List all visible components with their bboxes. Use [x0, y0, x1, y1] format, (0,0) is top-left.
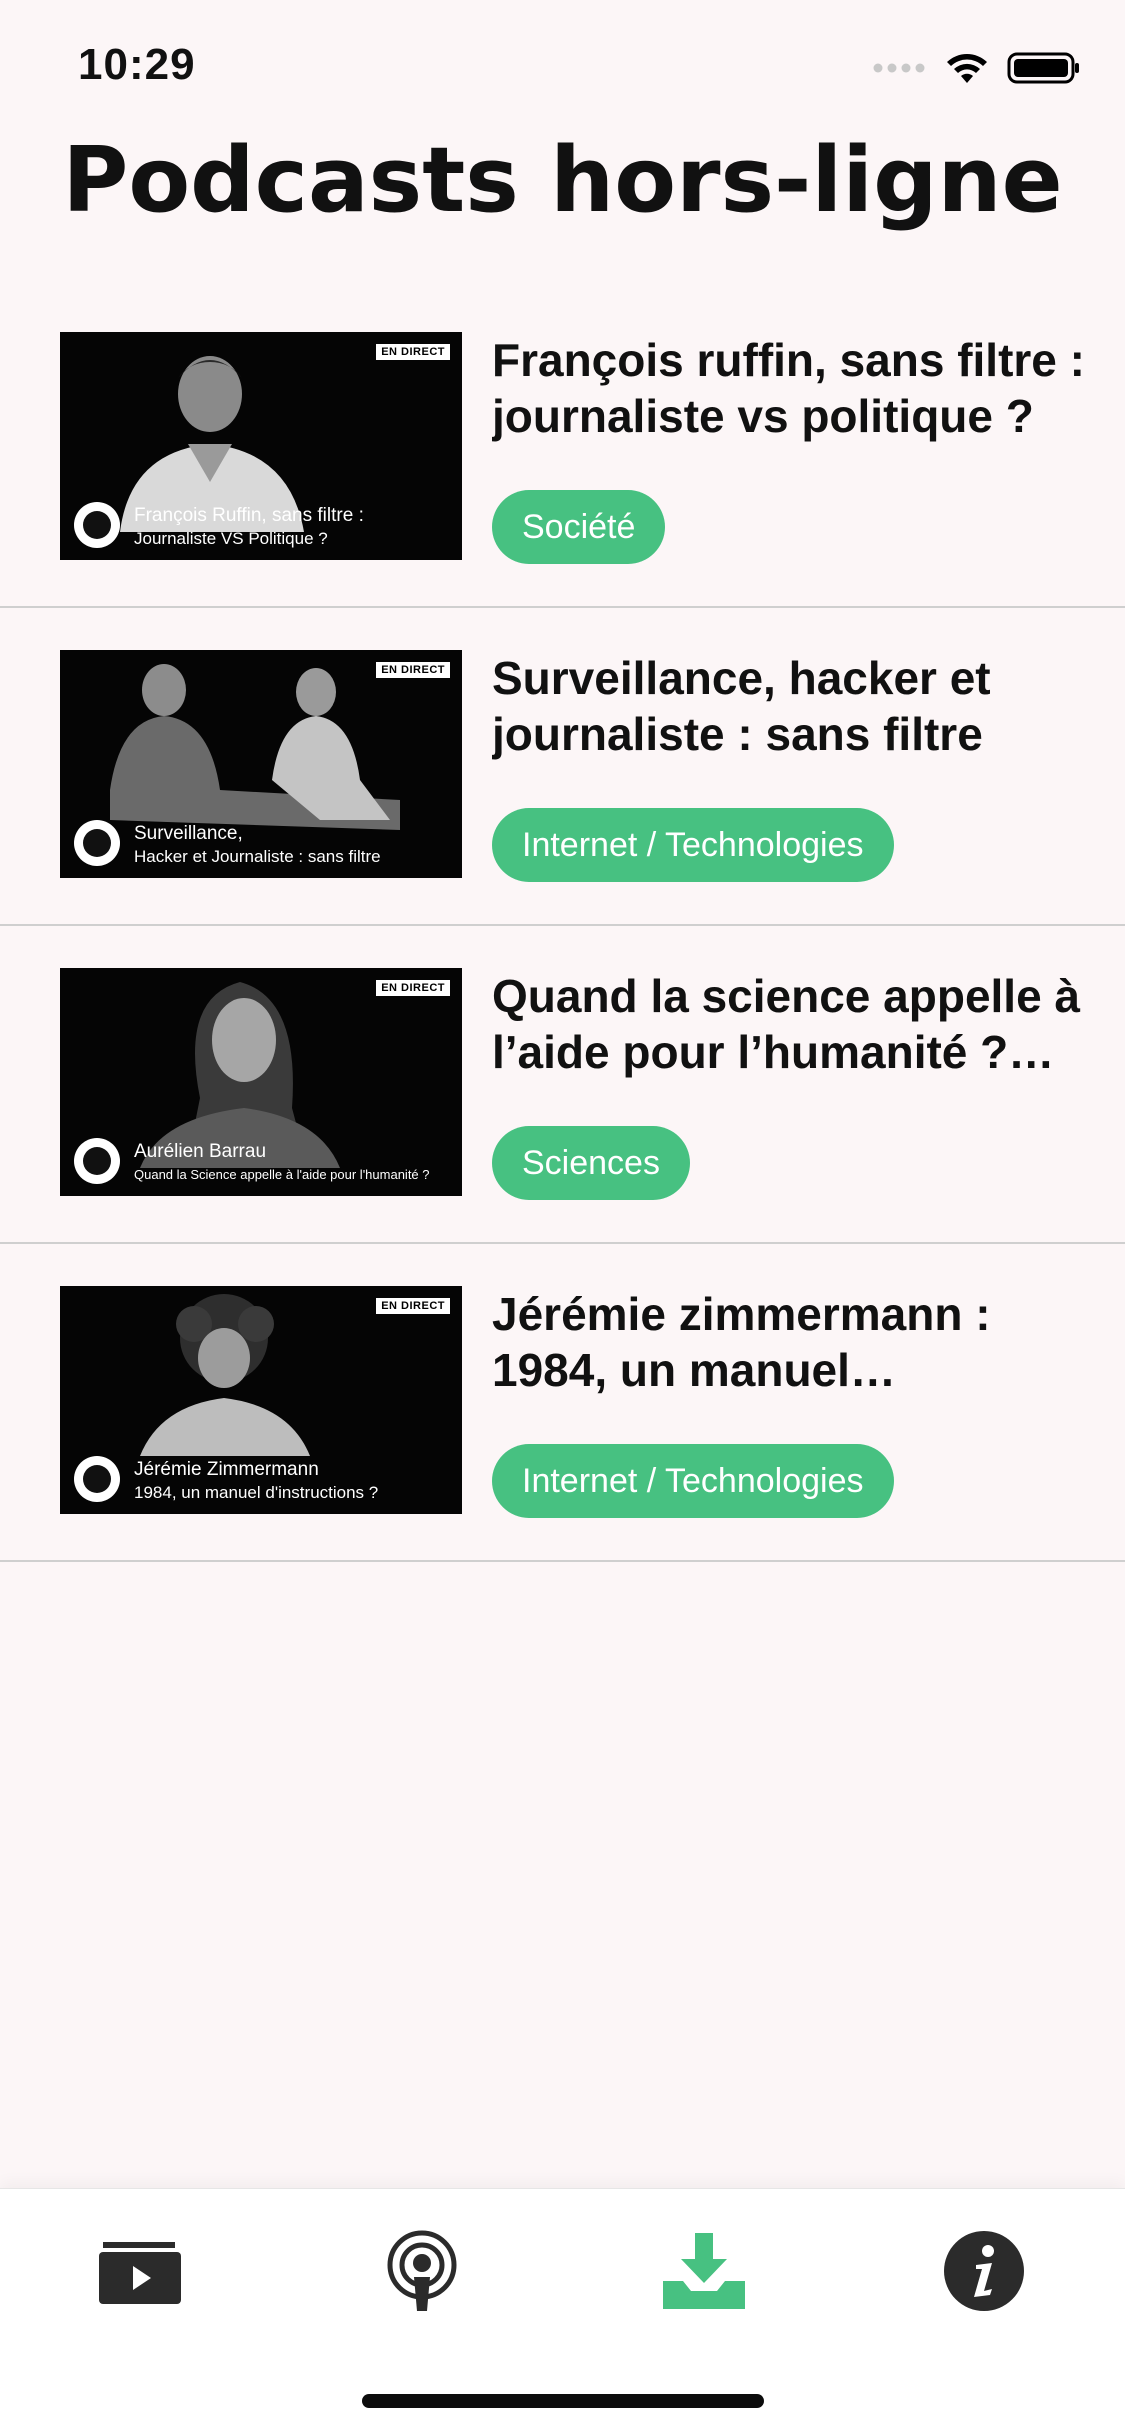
status-bar: 10:29 [0, 0, 1125, 130]
thumbnail-caption-line1: Jérémie Zimmermann [134, 1459, 319, 1480]
thumbnail-caption-line2: Journaliste VS Politique ? [134, 529, 328, 548]
podcast-title: François ruffin, sans filtre : journalis… [492, 334, 1085, 442]
tab-info[interactable] [934, 2223, 1034, 2323]
cellular-signal-icon [873, 61, 927, 79]
channel-logo-icon [74, 820, 120, 866]
category-badge[interactable]: Société [492, 490, 666, 564]
thumbnail-caption: Aurélien Barrau Quand la Science appelle… [134, 1140, 446, 1186]
live-badge: EN DIRECT [376, 980, 450, 996]
thumbnail-caption: François Ruffin, sans filtre : Journalis… [134, 504, 446, 550]
info-icon [942, 2229, 1026, 2318]
podcast-title: Quand la science appelle à l’aide pour l… [492, 970, 1081, 1078]
thumbnail-caption-line2: Hacker et Journaliste : sans filtre [134, 847, 381, 866]
thumbnail-caption-line1: Surveillance, [134, 823, 243, 844]
status-time: 10:29 [78, 40, 196, 89]
podcast-list-item[interactable]: EN DIRECT Surveillance, Hacker et Journa… [0, 608, 1125, 926]
thumbnail-caption: Jérémie Zimmermann 1984, un manuel d'ins… [134, 1458, 446, 1504]
tab-downloads[interactable] [654, 2223, 754, 2323]
podcast-list-item[interactable]: EN DIRECT François Ruffin, sans filtre :… [0, 290, 1125, 608]
thumbnail-caption-line2: Quand la Science appelle à l'aide pour l… [134, 1167, 430, 1182]
podcast-title: Jérémie zimmermann : 1984, un manuel d’i… [492, 1288, 991, 1396]
status-icons [873, 50, 1081, 90]
podcast-list-item[interactable]: EN DIRECT Aurélien Barrau Quand la Scien… [0, 926, 1125, 1244]
category-badge[interactable]: Sciences [492, 1126, 690, 1200]
podcast-thumbnail: EN DIRECT Aurélien Barrau Quand la Scien… [60, 968, 462, 1196]
video-folder-icon [97, 2236, 183, 2311]
live-badge: EN DIRECT [376, 662, 450, 678]
podcast-list: EN DIRECT François Ruffin, sans filtre :… [0, 290, 1125, 1562]
thumbnail-caption: Surveillance, Hacker et Journaliste : sa… [134, 822, 446, 868]
channel-logo-icon [74, 502, 120, 548]
podcast-thumbnail: EN DIRECT François Ruffin, sans filtre :… [60, 332, 462, 560]
home-indicator [362, 2394, 764, 2408]
thumbnail-caption-line2: 1984, un manuel d'instructions ? [134, 1483, 379, 1502]
channel-logo-icon [74, 1456, 120, 1502]
tab-videos[interactable] [90, 2223, 190, 2323]
thumbnail-caption-line1: Aurélien Barrau [134, 1141, 267, 1162]
podcast-list-item[interactable]: EN DIRECT Jérémie Zimmermann 1984, un ma… [0, 1244, 1125, 1562]
category-badge[interactable]: Internet / Technologies [492, 1444, 894, 1518]
wifi-icon [945, 51, 989, 90]
podcast-title: Surveillance, hacker et journaliste : sa… [492, 652, 991, 760]
live-badge: EN DIRECT [376, 1298, 450, 1314]
podcast-thumbnail: EN DIRECT Surveillance, Hacker et Journa… [60, 650, 462, 878]
live-badge: EN DIRECT [376, 344, 450, 360]
page-title: Podcasts hors-ligne [62, 128, 1063, 233]
battery-icon [1007, 51, 1081, 90]
channel-logo-icon [74, 1138, 120, 1184]
download-icon [661, 2231, 747, 2316]
thumbnail-caption-line1: François Ruffin, sans filtre : [134, 505, 364, 526]
podcast-icon [382, 2229, 462, 2318]
category-badge[interactable]: Internet / Technologies [492, 808, 894, 882]
podcast-thumbnail: EN DIRECT Jérémie Zimmermann 1984, un ma… [60, 1286, 462, 1514]
tab-podcasts[interactable] [372, 2223, 472, 2323]
